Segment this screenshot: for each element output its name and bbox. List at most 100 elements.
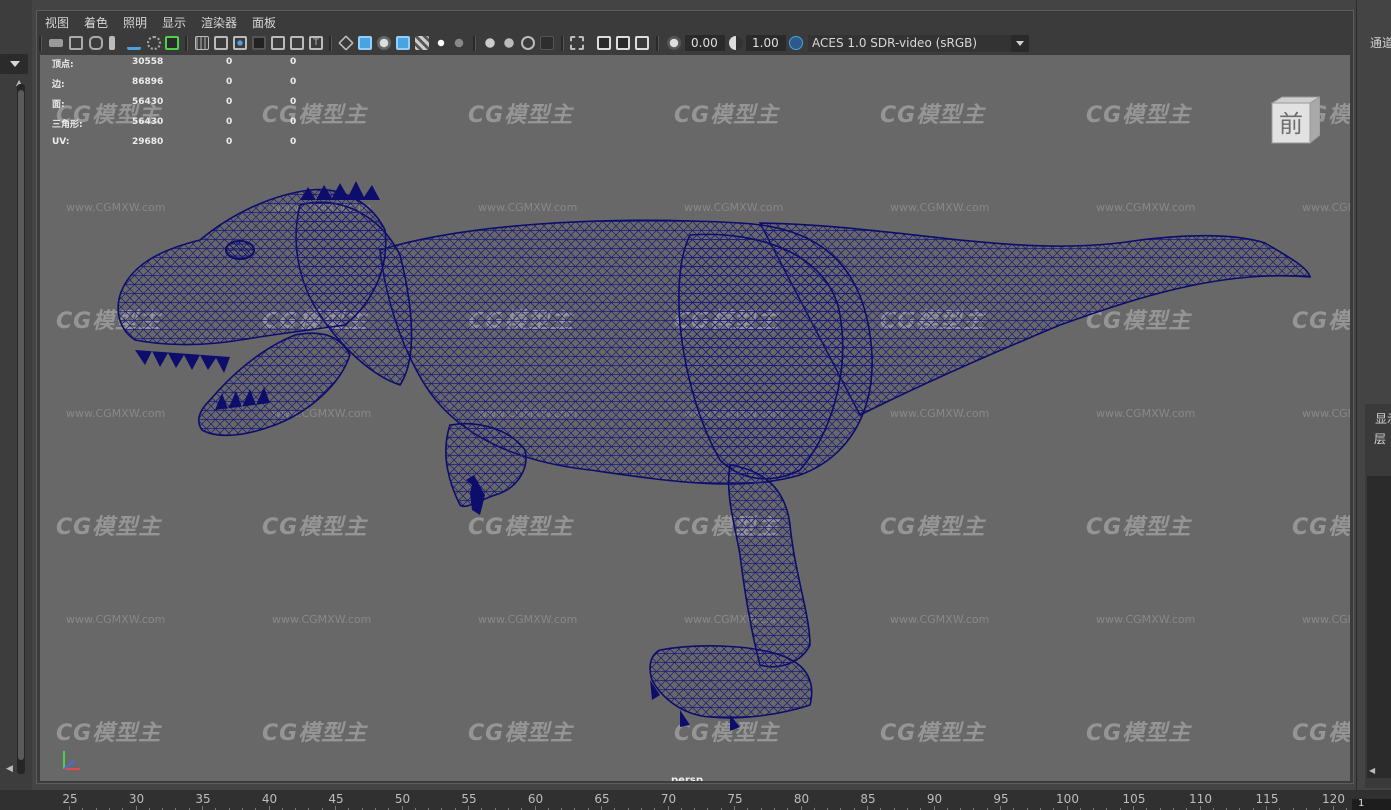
timeline-tick [734, 806, 735, 810]
chevron-down-icon [1016, 41, 1024, 46]
channel-box-tab[interactable]: 通道 [1370, 34, 1391, 51]
color-space-dropdown-button[interactable] [1011, 35, 1029, 52]
2d-pan-zoom-icon[interactable] [147, 36, 161, 50]
menu-shading[interactable]: 着色 [84, 14, 108, 31]
left-scrollbar[interactable] [17, 84, 25, 774]
use-all-lights-icon[interactable] [434, 36, 448, 50]
hud-count: 86896 [132, 77, 164, 87]
menu-panels[interactable]: 面板 [252, 14, 276, 31]
timeline-tick [1199, 806, 1201, 810]
timeline-tick [202, 806, 203, 810]
hud-count: 56430 [132, 117, 164, 127]
shadows-icon[interactable] [452, 36, 466, 50]
right-panel: 通道 显示 层 ◀ [1356, 0, 1391, 790]
anti-aliasing-icon[interactable] [521, 36, 535, 50]
scroll-left-icon[interactable]: ◀ [1369, 766, 1377, 776]
backface-culling-icon[interactable] [635, 36, 649, 50]
layer-list[interactable] [1367, 476, 1391, 778]
menu-show[interactable]: 显示 [162, 14, 186, 31]
smooth-shade-icon[interactable] [358, 36, 372, 50]
screen-space-ao-icon[interactable] [483, 36, 497, 50]
color-space-dropdown[interactable]: ACES 1.0 SDR-video (sRGB) [808, 35, 1028, 52]
toolbar-separator [185, 36, 188, 51]
scroll-left-icon[interactable]: ◀ [6, 764, 13, 774]
motion-blur-icon[interactable] [502, 36, 516, 50]
chevron-down-icon [10, 61, 20, 67]
camera-attributes-icon[interactable] [69, 36, 83, 50]
panel-toolbar: T 0.00 1.00 ACES 1.0 SDR-video (sRGB) [37, 33, 1353, 55]
tab-display[interactable]: 显示 [1375, 410, 1391, 427]
hud-label: 边: [52, 80, 65, 90]
bookmark-icon[interactable] [109, 36, 115, 50]
trex-wireframe-model[interactable] [40, 55, 1350, 781]
timeline-tick-label: 100 [1056, 792, 1079, 806]
toolbar-separator [656, 36, 659, 51]
view-transform-icon[interactable] [789, 36, 803, 50]
viewport-panel: 视图 着色 照明 显示 渲染器 面板 T 0.00 1.00 ACES 1.0 … [36, 10, 1354, 784]
grid-icon[interactable] [195, 36, 209, 50]
timeline-tick-label: 120 [1322, 792, 1345, 806]
view-cube[interactable]: 前 [1268, 95, 1320, 145]
timeline-tick-label: 35 [195, 792, 211, 806]
timeline-tick [534, 806, 536, 810]
hud-selected: 0 [226, 137, 233, 147]
hud-selected: 0 [290, 97, 297, 107]
timeline-tick-label: 40 [261, 792, 278, 806]
timeline-tick [1332, 806, 1334, 810]
gamma-icon[interactable] [729, 36, 743, 50]
timeline-tick [800, 806, 802, 810]
timeline-tick [468, 806, 469, 810]
timeline-tick [933, 806, 935, 810]
wireframe-icon[interactable] [338, 35, 354, 51]
menu-layers[interactable]: 层 [1374, 430, 1386, 447]
camera-icon[interactable] [49, 39, 63, 47]
current-frame-value: 1 [1358, 798, 1365, 809]
exposure-field[interactable]: 0.00 [685, 35, 725, 51]
field-chart-icon[interactable] [271, 36, 285, 50]
gamma-field[interactable]: 1.00 [746, 35, 786, 51]
axis-gizmo [63, 751, 80, 770]
timeline-tick [1000, 806, 1001, 810]
timeline-tick-label: 75 [727, 792, 743, 806]
menu-view[interactable]: 视图 [45, 14, 69, 31]
timeline-tick [268, 806, 270, 810]
current-frame-field[interactable]: 1 [1352, 798, 1391, 810]
film-gate-icon[interactable] [214, 36, 228, 50]
timeline-tick-label: 65 [594, 792, 610, 806]
textured-icon[interactable] [415, 36, 429, 50]
bookmark-camera-icon[interactable] [89, 36, 103, 50]
timeline-tick-label: 115 [1255, 792, 1279, 806]
timeline-tick [1066, 806, 1068, 810]
menu-renderer[interactable]: 渲染器 [201, 14, 237, 31]
depth-of-field-icon[interactable] [540, 36, 554, 50]
exposure-icon[interactable] [667, 36, 681, 50]
safe-action-icon[interactable] [290, 36, 304, 50]
hud-selected: 0 [290, 137, 297, 147]
xray-icon[interactable] [597, 36, 611, 50]
image-plane-icon[interactable] [127, 36, 141, 50]
timeline-tick [1133, 806, 1134, 810]
timeline-tick-label: 110 [1189, 792, 1212, 806]
wireframe-on-shaded-icon[interactable] [396, 36, 410, 50]
grease-pencil-icon[interactable] [165, 36, 179, 50]
timeline-tick [867, 806, 868, 810]
time-slider[interactable]: 25 30 35 40 45 50 55 60 65 70 75 80 85 90 95 100 105 110 1… [0, 790, 1391, 810]
timeline-tick [135, 806, 137, 810]
scrollbar-thumb[interactable] [18, 90, 24, 760]
timeline-tick-label: 60 [527, 792, 544, 806]
isolate-select-icon[interactable] [570, 36, 584, 50]
3d-viewport[interactable]: CG模型主CG模型主CG模型主CG模型主CG模型主CG模型主CG模型主CG模型主… [40, 55, 1350, 781]
gate-mask-icon[interactable] [252, 36, 266, 50]
xray-joints-icon[interactable] [616, 36, 630, 50]
menu-lighting[interactable]: 照明 [123, 14, 147, 31]
view-cube-face-label: 前 [1279, 110, 1303, 138]
timeline-tick-label: 70 [660, 792, 677, 806]
left-dropdown[interactable] [0, 54, 28, 74]
timeline-tick [335, 806, 336, 810]
resolution-gate-icon[interactable] [233, 36, 247, 50]
hud-count: 56430 [132, 97, 164, 107]
hud-count: 30558 [132, 57, 164, 67]
safe-title-icon[interactable]: T [309, 36, 323, 50]
default-material-icon[interactable] [377, 36, 391, 50]
timeline-tick-label: 105 [1122, 792, 1146, 806]
